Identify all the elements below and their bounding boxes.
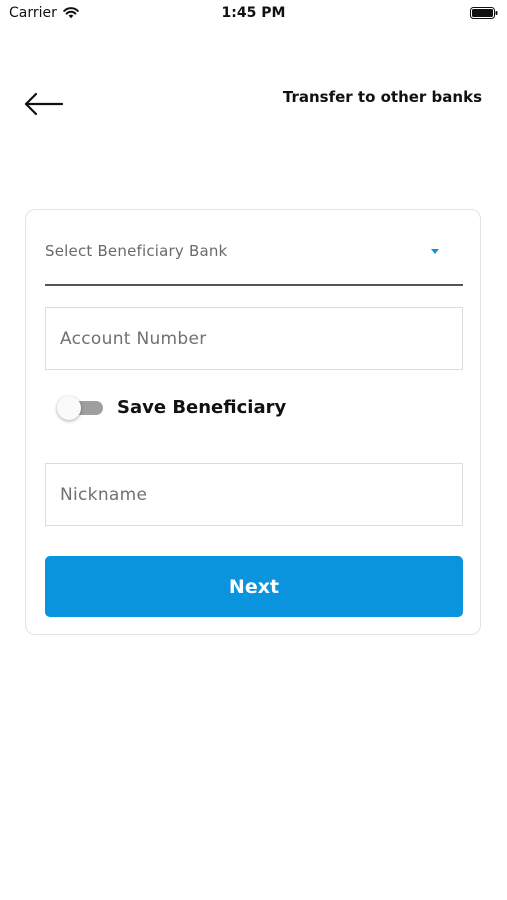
save-beneficiary-toggle[interactable] — [57, 396, 103, 420]
beneficiary-bank-placeholder: Select Beneficiary Bank — [45, 242, 228, 260]
account-number-input[interactable] — [45, 307, 463, 370]
save-beneficiary-row: Save Beneficiary — [55, 393, 435, 423]
battery-icon — [470, 7, 498, 19]
dropdown-arrow-icon — [431, 249, 439, 254]
next-button[interactable]: Next — [45, 556, 463, 617]
back-button[interactable] — [22, 88, 66, 120]
status-time: 1:45 PM — [221, 5, 286, 21]
nickname-input[interactable] — [45, 463, 463, 526]
transfer-form-card: Select Beneficiary Bank Save Beneficiary… — [25, 209, 481, 635]
save-beneficiary-label: Save Beneficiary — [117, 397, 287, 418]
page-title: Transfer to other banks — [282, 88, 482, 106]
arrow-left-icon — [24, 92, 64, 116]
beneficiary-bank-select[interactable]: Select Beneficiary Bank — [45, 230, 463, 286]
toggle-knob — [57, 396, 81, 420]
status-bar: Carrier 1:45 PM — [0, 0, 507, 28]
